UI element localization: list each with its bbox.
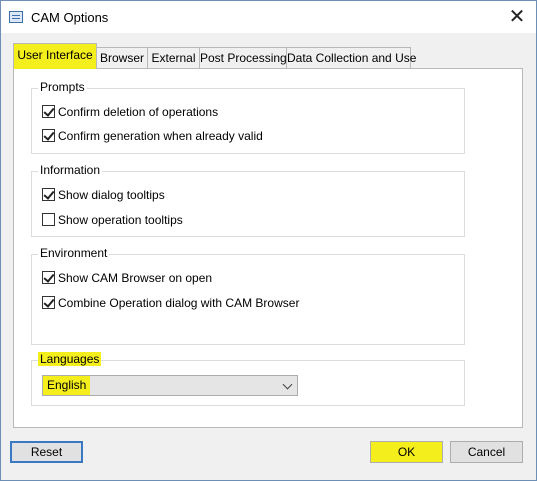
tab-data-collection[interactable]: Data Collection and Use <box>286 47 416 68</box>
title-bar: CAM Options ✕ <box>1 1 536 33</box>
group-label-information: Information <box>38 163 103 177</box>
checkbox-label: Confirm generation when already valid <box>58 129 263 143</box>
tab-label: External <box>151 51 196 65</box>
ok-button[interactable]: OK <box>370 441 443 463</box>
group-label-prompts: Prompts <box>38 80 87 94</box>
tab-post-processing[interactable]: Post Processing <box>199 47 287 68</box>
checkbox-label: Show operation tooltips <box>58 213 183 227</box>
checkbox-label: Combine Operation dialog with CAM Browse… <box>58 296 300 310</box>
cam-options-dialog: CAM Options ✕ User Interface Browser Ext… <box>0 0 537 481</box>
language-select[interactable]: English <box>42 375 298 396</box>
checkbox-box[interactable] <box>42 271 55 284</box>
group-label-environment: Environment <box>38 246 110 260</box>
checkbox-label: Confirm deletion of operations <box>58 105 219 119</box>
checkbox-box[interactable] <box>42 129 55 142</box>
group-label-languages: Languages <box>38 352 102 366</box>
tab-label: Data Collection and Use <box>287 51 417 65</box>
tab-user-interface[interactable]: User Interface <box>13 43 97 69</box>
chevron-down-icon <box>282 379 293 390</box>
checkbox-box[interactable] <box>42 188 55 201</box>
group-environment: Environment Show CAM Browser on open Com… <box>31 246 465 345</box>
checkbox-label: Show dialog tooltips <box>58 188 165 202</box>
checkbox-box[interactable] <box>42 105 55 118</box>
tab-label: User Interface <box>17 48 93 62</box>
tab-panel-user-interface: Prompts Confirm deletion of operations C… <box>13 68 523 428</box>
checkbox-box[interactable] <box>42 213 55 226</box>
tab-label: Post Processing <box>200 51 287 65</box>
language-select-value: English <box>43 376 91 395</box>
reset-button[interactable]: Reset <box>10 441 83 463</box>
window-app-icon <box>9 11 23 23</box>
group-information: Information Show dialog tooltips Show op… <box>31 163 465 237</box>
tab-external[interactable]: External <box>147 47 200 68</box>
checkbox-label: Show CAM Browser on open <box>58 271 213 285</box>
close-icon[interactable]: ✕ <box>505 7 529 29</box>
group-prompts: Prompts Confirm deletion of operations C… <box>31 80 465 154</box>
checkbox-box[interactable] <box>42 296 55 309</box>
tab-label: Browser <box>99 51 144 65</box>
group-languages: Languages English <box>31 352 465 406</box>
window-title: CAM Options <box>31 10 109 25</box>
tab-browser[interactable]: Browser <box>96 47 148 68</box>
cancel-button[interactable]: Cancel <box>450 441 523 463</box>
